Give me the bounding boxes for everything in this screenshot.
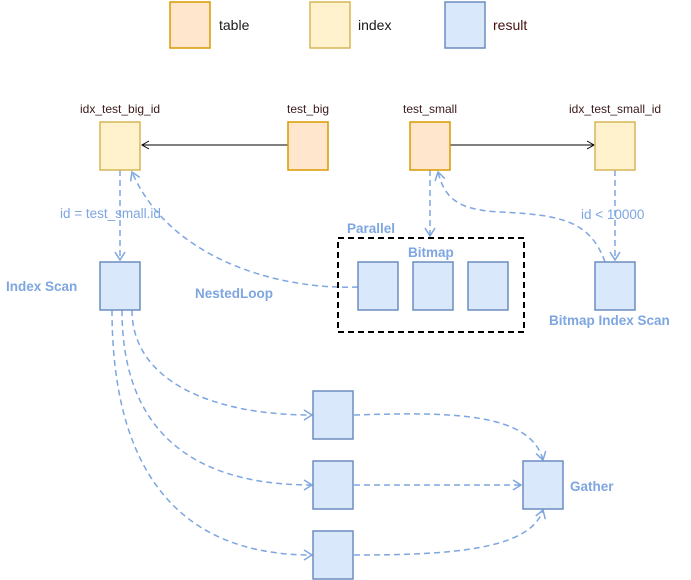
node-box [522, 460, 564, 510]
edge-index-scan-to-worker-3 [111, 309, 314, 561]
legend-item-result: result [444, 1, 527, 49]
node-test-big[interactable]: test_big [287, 102, 329, 171]
group-label-bitmap: Bitmap [408, 245, 454, 260]
legend-label-result: result [493, 17, 527, 33]
edge-nested-loop [129, 170, 359, 288]
worker-box-3[interactable] [312, 530, 354, 580]
node-label: idx_test_big_id [80, 102, 160, 116]
node-label: Index Scan [6, 279, 77, 294]
node-bitmap-index-scan[interactable]: Bitmap Index Scan [549, 261, 670, 328]
node-box [99, 121, 141, 171]
node-box [99, 261, 141, 311]
node-label: test_big [287, 102, 329, 116]
node-box [594, 121, 636, 171]
legend-item-index: index [309, 1, 391, 49]
bitmap-worker-box-3[interactable] [467, 261, 509, 311]
legend-item-table: table [169, 1, 250, 49]
node-box [287, 121, 329, 171]
node-box [594, 261, 636, 311]
group-label-parallel: Parallel [347, 221, 395, 236]
legend-swatch-index [309, 1, 351, 49]
query-plan-diagram: table index result idx_test_big_id test_… [6, 1, 670, 580]
worker-box-2[interactable] [312, 460, 354, 510]
legend-label-index: index [358, 17, 391, 33]
legend-swatch-result [444, 1, 486, 49]
node-gather[interactable]: Gather [522, 460, 614, 510]
bitmap-worker-box-1[interactable] [357, 261, 399, 311]
node-label: Bitmap Index Scan [549, 313, 670, 328]
node-label: idx_test_small_id [569, 102, 661, 116]
edge-label-nested-loop: NestedLoop [195, 286, 273, 301]
edge-index-scan-to-worker-1 [131, 309, 314, 421]
edge-worker-1-to-gather [353, 413, 547, 462]
legend-swatch-table [169, 1, 211, 49]
edge-bitmap-index-scan-to-test-small [434, 170, 606, 263]
node-label: Gather [570, 479, 614, 494]
edge-label-id-eq: id = test_small.id [60, 206, 161, 221]
node-label: test_small [403, 102, 457, 116]
legend: table index result [169, 1, 527, 49]
node-test-small[interactable]: test_small [403, 102, 457, 171]
group-parallel-bitmap: Parallel Bitmap [337, 221, 525, 333]
node-idx-test-big-id[interactable]: idx_test_big_id [80, 102, 160, 171]
node-idx-test-small-id[interactable]: idx_test_small_id [569, 102, 661, 171]
worker-box-1[interactable] [312, 390, 354, 440]
edge-worker-3-to-gather [353, 508, 546, 556]
edge-index-scan-to-worker-2 [121, 309, 314, 491]
bitmap-worker-box-2[interactable] [412, 261, 454, 311]
edge-label-id-lt: id < 10000 [581, 207, 644, 222]
node-box [409, 121, 451, 171]
legend-label-table: table [219, 17, 250, 33]
node-index-scan[interactable]: Index Scan [6, 261, 141, 311]
